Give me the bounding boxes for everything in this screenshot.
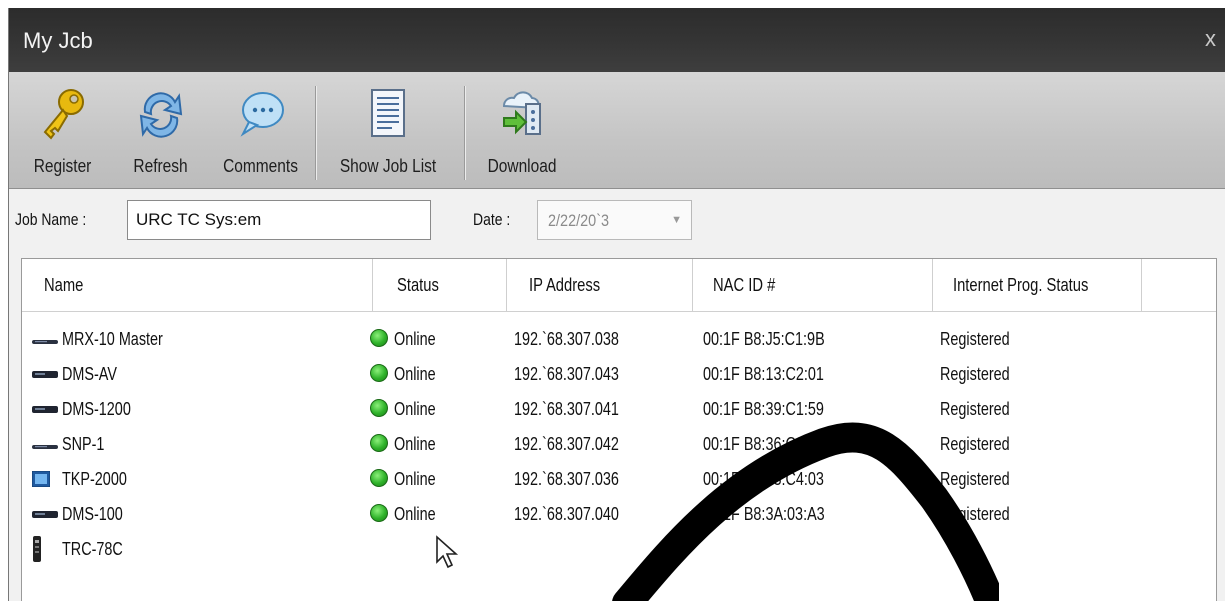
document-list-icon [371,89,405,137]
device-name: MRX-10 Master [62,329,163,349]
status-online-icon [370,469,388,487]
refresh-label: Refresh [133,156,189,176]
cloud-download-icon [503,91,541,135]
remote-control-icon [32,536,42,567]
rack-device-icon [32,508,58,526]
chevron-down-icon: ▼ [671,214,682,226]
status-online-icon [370,399,388,417]
column-header-status[interactable]: Status [373,259,507,311]
rack-device-icon [32,368,58,386]
device-status: Online [394,434,436,454]
table-row[interactable]: MRX-10 Master Online 192.`68.307.038 00:1F … [22,323,1216,357]
device-name: DMS-1200 [62,399,131,419]
touch-panel-icon [31,470,51,492]
refresh-icon [139,92,183,138]
column-header-internet-prog-status[interactable]: Internet Prog. Status [933,259,1142,311]
device-name: TRC-78C [62,539,123,559]
status-online-icon [370,434,388,452]
date-dropdown[interactable]: 2/22/20`3 ▼ [537,200,692,240]
comments-label: Comments [223,156,299,176]
device-ip-address: 192.`68.307.038 [514,329,619,349]
window-title: My Jcb [23,28,93,53]
device-ip-address: 192.`68.307.043 [514,364,619,384]
job-name-input[interactable] [127,200,431,240]
mouse-pointer-icon [436,535,459,569]
toolbar: Register Refresh Comments Show Job List … [9,72,1225,189]
status-online-icon [370,329,388,347]
rack-device-icon [32,403,58,421]
watermark-stroke [612,422,999,601]
key-icon [43,89,84,140]
job-details: Job Name : Date : 2/22/20`3 ▼ [9,190,1225,256]
device-status: Online [394,504,436,524]
device-mac-id: 00:1F B8:J5:C1:9B [703,329,825,349]
table-row[interactable]: DMS-AV Online 192.`68.307.043 00:1F B8:13:C… [22,358,1216,392]
date-value: 2/22/20`3 [548,211,610,230]
column-header-ip-address[interactable]: IP Address [507,259,693,311]
status-online-icon [370,504,388,522]
show-job-list-label: Show Job List [339,156,437,176]
device-name: DMS-AV [62,364,117,384]
table-header: Name Status IP Address NAC ID # Internet… [22,259,1216,312]
device-status: Online [394,329,436,349]
slim-device-icon [32,439,58,457]
device-status: Online [394,364,436,384]
register-button[interactable]: Register [15,80,111,184]
device-status: Online [394,469,436,489]
device-internet-prog-status: Registered [940,329,1010,349]
title-bar: My Jcb x [9,8,1225,72]
refresh-button[interactable]: Refresh [113,80,209,184]
slim-device-icon [32,334,58,352]
register-label: Register [34,156,92,176]
download-button[interactable]: Download [469,80,575,184]
column-header-name[interactable]: Name [22,259,373,311]
toolbar-separator [315,86,316,180]
status-online-icon [370,364,388,382]
device-mac-id: 00:1F B8:13:C2:01 [703,364,824,384]
job-name-label: Job Name : [15,210,87,229]
column-header-mac-id[interactable]: NAC ID # [693,259,933,311]
toolbar-separator [464,86,465,180]
my-job-window: My Jcb x Register Refresh Comments Show … [8,8,1225,601]
close-button[interactable]: x [1205,26,1216,52]
date-label: Date : [473,210,511,229]
device-status: Online [394,399,436,419]
device-name: SNP-1 [62,434,105,454]
show-job-list-button[interactable]: Show Job List [319,80,457,184]
comments-button[interactable]: Comments [209,80,313,184]
speech-bubble-icon [240,92,284,137]
device-name: TKP-2000 [62,469,127,489]
download-label: Download [487,156,557,176]
device-name: DMS-100 [62,504,123,524]
device-internet-prog-status: Registered [940,364,1010,384]
